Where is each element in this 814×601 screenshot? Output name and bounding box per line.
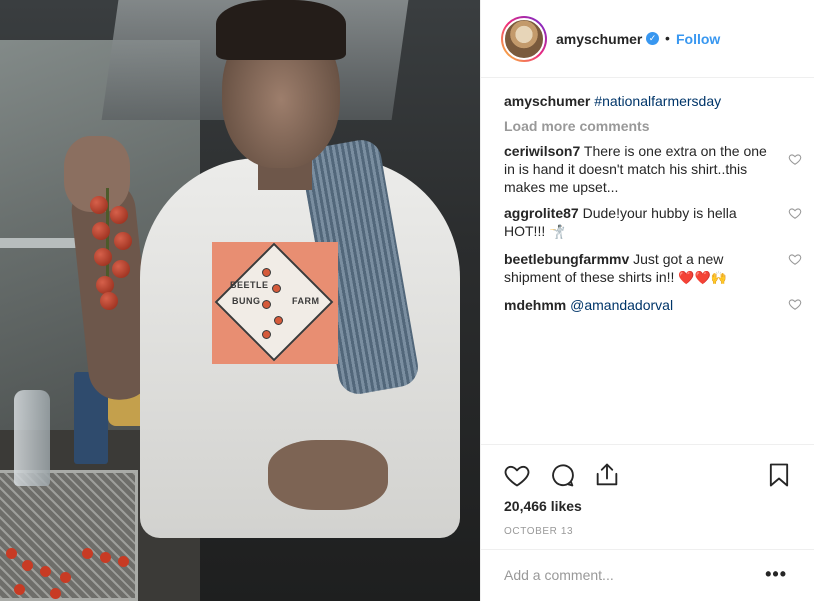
- verified-badge-icon: ✓: [646, 32, 659, 45]
- shirt-text-bung: BUNG: [232, 296, 261, 306]
- tomato: [100, 292, 118, 310]
- likes-count[interactable]: 20,466 likes: [504, 498, 582, 514]
- heart-emoji: ❤️: [678, 271, 695, 286]
- avatar[interactable]: [501, 16, 547, 62]
- action-bar: [481, 444, 814, 487]
- avatar-image: [503, 18, 545, 60]
- post-side-panel: amyschumer ✓ • Follow amyschumer #nation…: [480, 0, 814, 601]
- comment-mention[interactable]: @amandadorval: [570, 297, 673, 313]
- tray-tomato: [82, 548, 93, 559]
- tray-tomato: [50, 588, 61, 599]
- post-photo[interactable]: BEETLE BUNG FARM: [0, 0, 480, 601]
- comment-username[interactable]: beetlebungfarmmv: [504, 251, 629, 267]
- comment-username[interactable]: aggrolite87: [504, 205, 579, 221]
- tomato: [92, 222, 110, 240]
- fencer-emoji: 🤺: [549, 225, 566, 240]
- shirt-text-beetle: BEETLE: [230, 280, 269, 290]
- raised-hands-emoji: 🙌: [710, 271, 727, 286]
- comment-bubble-icon[interactable]: [549, 461, 577, 489]
- water-bottle: [14, 390, 50, 486]
- tray-tomato: [14, 584, 25, 595]
- small-heart-icon[interactable]: [788, 252, 802, 266]
- caption: amyschumer #nationalfarmersday: [504, 92, 796, 110]
- post-date[interactable]: OCTOBER 13: [504, 526, 573, 537]
- share-icon[interactable]: [593, 461, 621, 489]
- logo-tomato: [262, 330, 271, 339]
- tray-tomato: [40, 566, 51, 577]
- comment-item: aggrolite87 Dude!your hubby is hella HOT…: [504, 204, 802, 242]
- comment-username[interactable]: mdehmm: [504, 297, 566, 313]
- add-comment-bar: •••: [481, 549, 814, 601]
- separator-dot: •: [665, 30, 670, 46]
- tomato: [112, 260, 130, 278]
- tomato: [90, 196, 108, 214]
- small-heart-icon[interactable]: [788, 206, 802, 220]
- tray-tomato: [22, 560, 33, 571]
- tomato: [94, 248, 112, 266]
- add-comment-input[interactable]: [504, 564, 754, 586]
- right-hand: [268, 440, 388, 510]
- caption-hashtag[interactable]: #nationalfarmersday: [594, 93, 721, 109]
- small-heart-icon[interactable]: [788, 297, 802, 311]
- load-more-comments-button[interactable]: Load more comments: [504, 118, 796, 134]
- post-header: amyschumer ✓ • Follow: [481, 0, 814, 78]
- hair: [216, 0, 346, 60]
- logo-tomato: [274, 316, 283, 325]
- tray-tomato: [100, 552, 111, 563]
- comment-item: mdehmm @amandadorval: [504, 296, 802, 314]
- bookmark-icon[interactable]: [765, 461, 793, 489]
- comment-username[interactable]: ceriwilson7: [504, 143, 580, 159]
- logo-tomato: [262, 268, 271, 277]
- follow-button[interactable]: Follow: [676, 31, 720, 47]
- tray-tomato: [6, 548, 17, 559]
- caption-username[interactable]: amyschumer: [504, 93, 590, 109]
- comments-list: amyschumer #nationalfarmersday Load more…: [504, 92, 802, 314]
- heart-emoji: ❤️: [694, 271, 711, 286]
- logo-tomato: [262, 300, 271, 309]
- small-heart-icon[interactable]: [788, 152, 802, 166]
- shirt-text-farm: FARM: [292, 296, 320, 306]
- tomato: [110, 206, 128, 224]
- tray-tomato: [118, 556, 129, 567]
- tomato: [96, 276, 114, 294]
- author-username[interactable]: amyschumer: [556, 31, 642, 47]
- comment-item: beetlebungfarmmv Just got a new shipment…: [504, 250, 802, 288]
- comment-item: ceriwilson7 There is one extra on the on…: [504, 142, 802, 196]
- logo-tomato: [272, 284, 281, 293]
- more-options-icon[interactable]: •••: [765, 564, 787, 585]
- tray-tomato: [60, 572, 71, 583]
- tomato: [114, 232, 132, 250]
- heart-icon[interactable]: [503, 461, 531, 489]
